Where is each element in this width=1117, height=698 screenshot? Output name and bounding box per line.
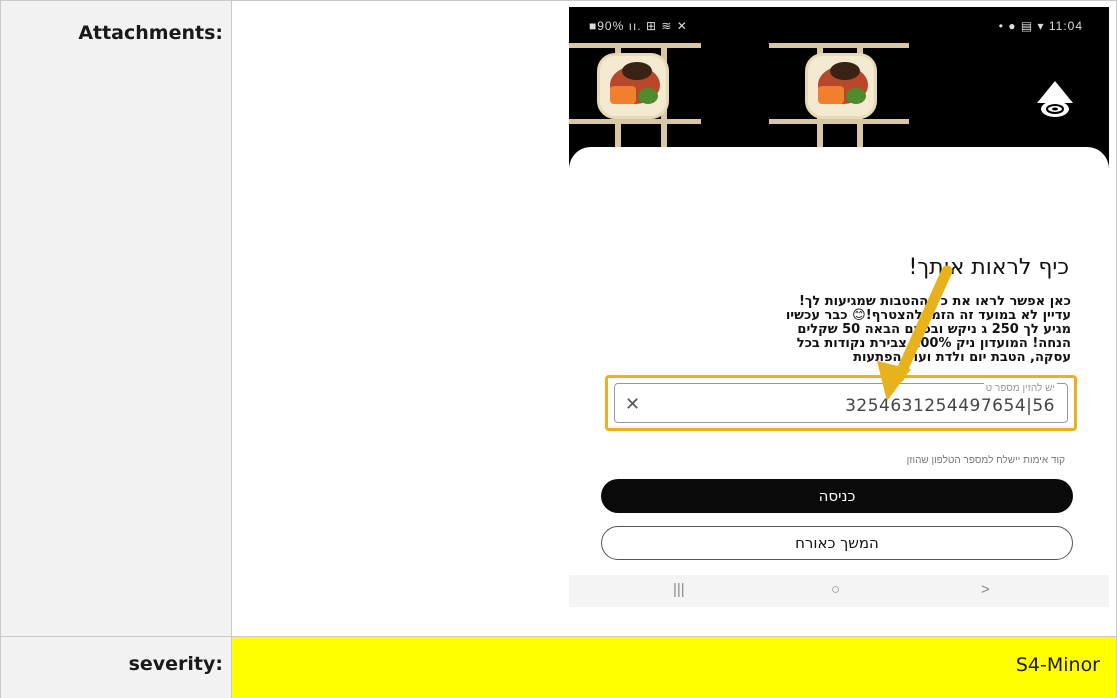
attachments-label-cell: Attachments:: [0, 1, 232, 636]
app-logo-icon: [1037, 81, 1073, 117]
clear-icon[interactable]: ✕: [625, 394, 640, 415]
chopstick-decoration: [569, 43, 701, 48]
severity-label: severity:: [128, 653, 223, 675]
phone-status-bar: ■90% ıı. ⊞ ≋ ✕ • ● ▤ ▾ 11:04: [569, 7, 1109, 41]
severity-label-cell: severity:: [0, 637, 232, 698]
verification-hint: קוד אימות יישלח למספר הטלפון שהוזן: [906, 455, 1065, 466]
body-line: עדיין לא במועד זה הזמן להצטרף!😊 כבר עכשי…: [785, 308, 1071, 323]
home-icon[interactable]: ○: [831, 581, 840, 598]
attachments-row: Attachments: ■90% ıı. ⊞ ≋ ✕ • ● ▤ ▾ 11:0…: [0, 1, 1117, 637]
phone-field-label: יש להזין מספר ט: [983, 383, 1057, 394]
chopstick-decoration: [769, 119, 909, 124]
sushi-image: [597, 53, 669, 119]
annotation-arrow-icon: [877, 265, 953, 401]
phone-number-input[interactable]: יש להזין מספר ט ✕ 3254631254497654|56: [614, 383, 1068, 423]
bug-report-table: Attachments: ■90% ıı. ⊞ ≋ ✕ • ● ▤ ▾ 11:0…: [0, 0, 1117, 698]
severity-value: S4-Minor: [1015, 654, 1100, 676]
back-icon[interactable]: >: [981, 581, 990, 598]
continue-as-guest-button[interactable]: המשך כאורח: [601, 526, 1073, 560]
sheet-body-text: כאן אפשר לראו את כל ההטבות שמגיעות לך! ע…: [631, 295, 1071, 365]
body-line: מגיע לך 250 ג ניקש ובפעם הבאה 50 שקלים: [797, 322, 1071, 337]
chopstick-decoration: [769, 43, 909, 48]
clock: • ● ▤ ▾ 11:04: [998, 19, 1083, 33]
attachments-label: Attachments:: [78, 22, 223, 44]
attachment-screenshot[interactable]: ■90% ıı. ⊞ ≋ ✕ • ● ▤ ▾ 11:04 כיף לראות א…: [569, 7, 1109, 607]
severity-row: severity: S4-Minor: [0, 637, 1117, 698]
body-line: הנחה! המועדון ניק 100% צבירת נקודות בכל: [796, 336, 1071, 351]
login-bottom-sheet: כיף לראות אותך! כאן אפשר לראו את כל ההטב…: [569, 147, 1109, 607]
body-line: עסקה, הטבת יום ולדת ועוד הפתעות: [853, 350, 1071, 365]
enter-button[interactable]: כניסה: [601, 479, 1073, 513]
battery-status: ■90% ıı. ⊞ ≋ ✕: [589, 19, 688, 33]
recents-icon[interactable]: |||: [673, 581, 685, 598]
body-line: כאן אפשר לראו את כל ההטבות שמגיעות לך!: [798, 294, 1071, 309]
severity-value-cell: S4-Minor: [232, 637, 1117, 698]
phone-number-field-highlight: יש להזין מספר ט ✕ 3254631254497654|56: [605, 375, 1077, 431]
sushi-image: [805, 53, 877, 119]
android-nav-bar: ||| ○ >: [569, 575, 1109, 607]
chopstick-decoration: [569, 119, 701, 124]
